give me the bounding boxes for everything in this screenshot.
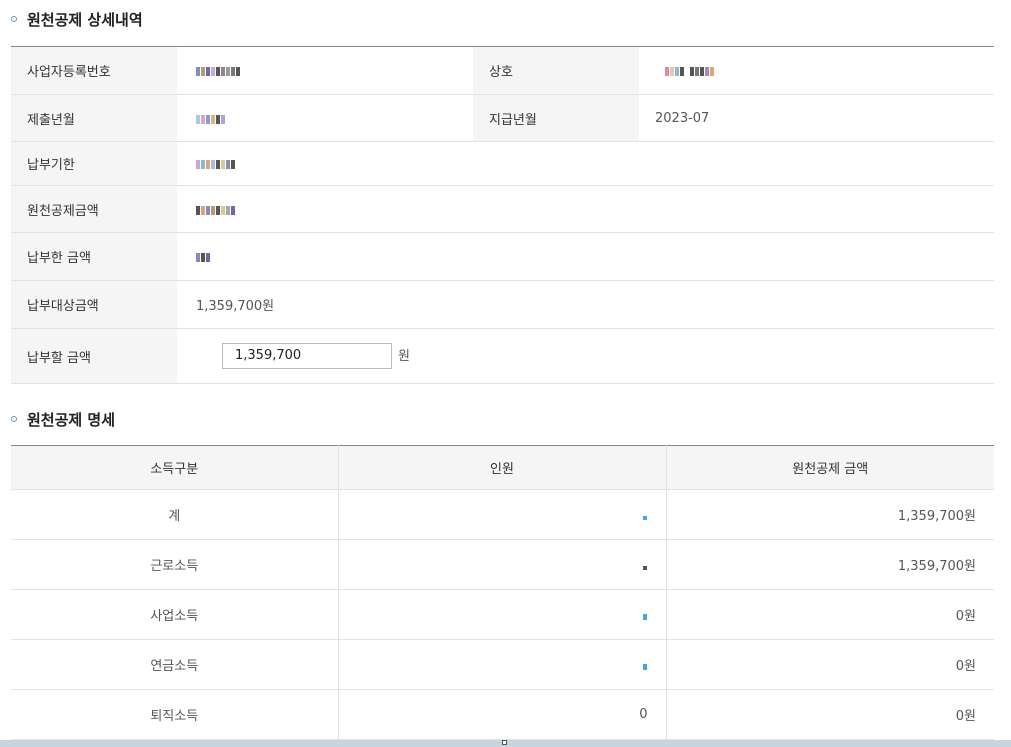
table-row: 계 1,359,700원 (11, 489, 994, 540)
value-target-amount: 1,359,700원 (177, 280, 994, 329)
cell-income-type: 계 (11, 489, 339, 540)
detail-row: 납부할 금액 1,359,700 원 (11, 328, 994, 384)
masked-value (642, 509, 648, 520)
section-title-text: 원천공제 상세내역 (27, 10, 143, 29)
bullet-icon (11, 16, 17, 22)
detail-row: 납부기한 (11, 141, 994, 186)
cell-amount: 1,359,700원 (666, 489, 994, 540)
masked-value (196, 65, 241, 76)
cell-headcount-masked (338, 539, 667, 590)
cell-amount: 0원 (666, 689, 994, 740)
header-headcount: 인원 (338, 445, 667, 490)
cell-amount: 0원 (666, 589, 994, 640)
value-company-name-masked (639, 46, 994, 95)
masked-value (642, 659, 648, 670)
amount-unit: 원 (398, 348, 410, 364)
table-row: 퇴직소득 0 0원 (11, 689, 994, 740)
detail-row: 제출년월 지급년월 2023-07 (11, 94, 994, 142)
value-business-number-masked (177, 46, 473, 95)
value-due-date-masked (177, 141, 994, 186)
withholding-spec-table: 소득구분 인원 원천공제 금액 계 1,359,700원 근로소득 1,359,… (11, 445, 994, 740)
cell-headcount-masked (338, 589, 667, 640)
value-withholding-amount-masked (177, 185, 994, 233)
label-company-name: 상호 (473, 46, 639, 95)
resize-handle[interactable] (502, 740, 507, 745)
label-amount-to-pay: 납부할 금액 (11, 328, 177, 384)
value-submit-month-masked (177, 94, 473, 142)
cell-income-type: 퇴직소득 (11, 689, 339, 740)
value-pay-month: 2023-07 (639, 94, 994, 142)
table-row: 사업소득 0원 (11, 589, 994, 640)
section-title-spec: 원천공제 명세 (11, 408, 115, 430)
label-due-date: 납부기한 (11, 141, 177, 186)
cell-amount: 0원 (666, 639, 994, 690)
masked-value (196, 158, 236, 169)
masked-value (196, 113, 226, 124)
detail-row: 원천공제금액 (11, 185, 994, 233)
cell-income-type: 사업소득 (11, 589, 339, 640)
label-target-amount: 납부대상금액 (11, 280, 177, 329)
cell-income-type: 근로소득 (11, 539, 339, 590)
cell-headcount-masked (338, 489, 667, 540)
masked-value (665, 65, 715, 76)
masked-value (196, 251, 211, 262)
cell-headcount-masked (338, 639, 667, 690)
label-business-number: 사업자등록번호 (11, 46, 177, 95)
bullet-icon (11, 416, 17, 422)
detail-row: 납부대상금액 1,359,700원 (11, 280, 994, 329)
cell-income-type: 연금소득 (11, 639, 339, 690)
detail-row: 납부한 금액 (11, 232, 994, 281)
label-withholding-amount: 원천공제금액 (11, 185, 177, 233)
masked-value (642, 559, 648, 570)
table-row: 근로소득 1,359,700원 (11, 539, 994, 590)
cell-headcount: 0 (338, 689, 667, 740)
masked-value (196, 204, 236, 215)
label-paid-amount: 납부한 금액 (11, 232, 177, 281)
amount-to-pay-input[interactable]: 1,359,700 (222, 343, 392, 369)
header-withholding-amount: 원천공제 금액 (666, 445, 994, 490)
masked-value (642, 609, 648, 620)
section-title-detail: 원천공제 상세내역 (11, 8, 143, 30)
detail-row: 사업자등록번호 상호 (11, 46, 994, 95)
table-row: 연금소득 0원 (11, 639, 994, 690)
cell-amount: 1,359,700원 (666, 539, 994, 590)
label-pay-month: 지급년월 (473, 94, 639, 142)
amount-to-pay-cell: 1,359,700 원 (177, 328, 994, 384)
withholding-detail-table: 사업자등록번호 상호 제출년월 지급년월 2023-07 납부기한 원천공제금액… (11, 46, 994, 384)
section-title-text: 원천공제 명세 (27, 410, 116, 429)
value-paid-amount-masked (177, 232, 994, 281)
spec-header-row: 소득구분 인원 원천공제 금액 (11, 445, 994, 490)
header-income-type: 소득구분 (11, 445, 339, 490)
label-submit-month: 제출년월 (11, 94, 177, 142)
